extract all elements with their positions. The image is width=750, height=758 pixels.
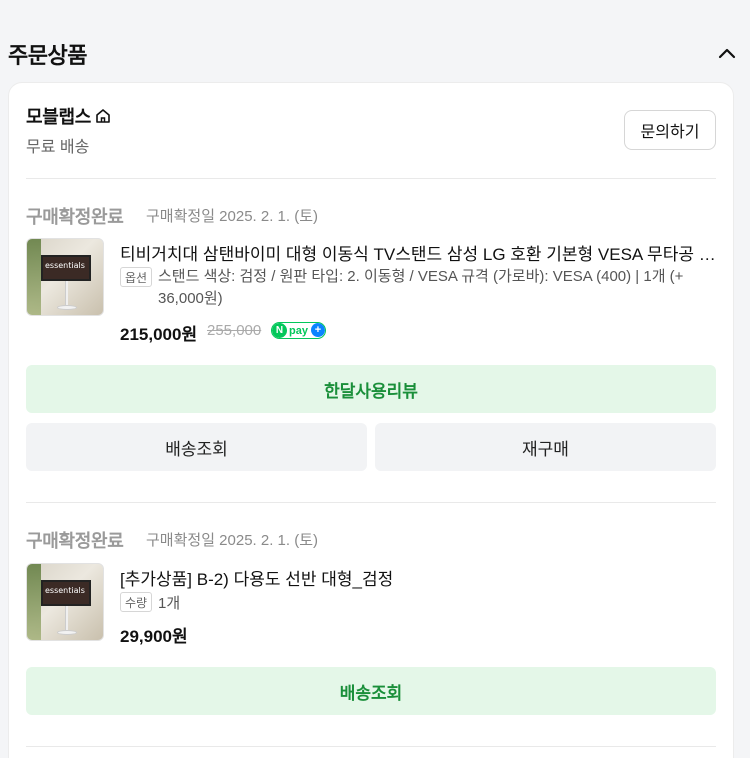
npay-n-icon: N	[272, 323, 287, 338]
track-delivery-button[interactable]: 배송조회	[26, 423, 367, 471]
order-date: 구매확정일 2025. 2. 1. (토)	[146, 208, 319, 225]
option-text: 스탠드 색상: 검정 / 원판 타입: 2. 이동형 / VESA 규격 (가로…	[158, 266, 718, 310]
plus-icon: +	[311, 323, 325, 337]
order-card	[8, 82, 734, 758]
divider	[26, 178, 716, 179]
original-price: 255,000	[207, 322, 262, 339]
inquiry-button[interactable]: 문의하기	[624, 110, 716, 150]
section-title: 주문상품	[8, 43, 87, 68]
product-name[interactable]: [추가상품] B-2) 다용도 선반 대형_검정	[120, 565, 716, 590]
stand-pole	[65, 281, 68, 307]
seller-name[interactable]: 모블랩스	[26, 103, 91, 129]
plant-decor	[27, 239, 41, 315]
quantity-text: 1개	[158, 595, 181, 612]
thumb-caption: essentials	[45, 586, 85, 595]
chevron-up-icon[interactable]	[716, 42, 738, 64]
option-line: 36,000원)	[158, 290, 223, 307]
product-thumbnail[interactable]: essentials	[26, 238, 104, 316]
npay-badge: N pay +	[271, 322, 326, 339]
divider	[26, 746, 716, 747]
product-price: 29,900원	[120, 627, 188, 646]
section-header[interactable]: 주문상품	[0, 0, 750, 80]
rebuy-button[interactable]: 재구매	[375, 423, 716, 471]
stand-pole	[65, 606, 68, 632]
product-price: 215,000원	[120, 325, 198, 344]
order-status: 구매확정완료	[26, 531, 124, 551]
divider	[26, 502, 716, 503]
order-status: 구매확정완료	[26, 207, 124, 227]
stand-base	[57, 630, 77, 635]
shipping-fee: 무료 배송	[26, 139, 90, 156]
product-thumbnail[interactable]: essentials	[26, 563, 104, 641]
product-name[interactable]: 티비거치대 삼탠바이미 대형 이동식 TV스탠드 삼성 LG 호환 기본형 VE…	[120, 240, 716, 265]
home-icon	[96, 109, 110, 123]
monthly-review-button[interactable]: 한달사용리뷰	[26, 365, 716, 413]
stand-base	[57, 305, 77, 310]
order-date: 구매확정일 2025. 2. 1. (토)	[146, 532, 319, 549]
npay-label: pay	[289, 324, 308, 337]
track-delivery-button[interactable]: 배송조회	[26, 667, 716, 715]
option-tag: 옵션	[120, 267, 153, 287]
seller-name-row[interactable]: 모블랩스	[26, 103, 112, 129]
quantity-tag: 수량	[120, 592, 153, 612]
thumb-caption: essentials	[45, 261, 85, 270]
option-line: 스탠드 색상: 검정 / 원판 타입: 2. 이동형 / VESA 규격 (가로…	[158, 268, 684, 285]
plant-decor	[27, 564, 41, 640]
